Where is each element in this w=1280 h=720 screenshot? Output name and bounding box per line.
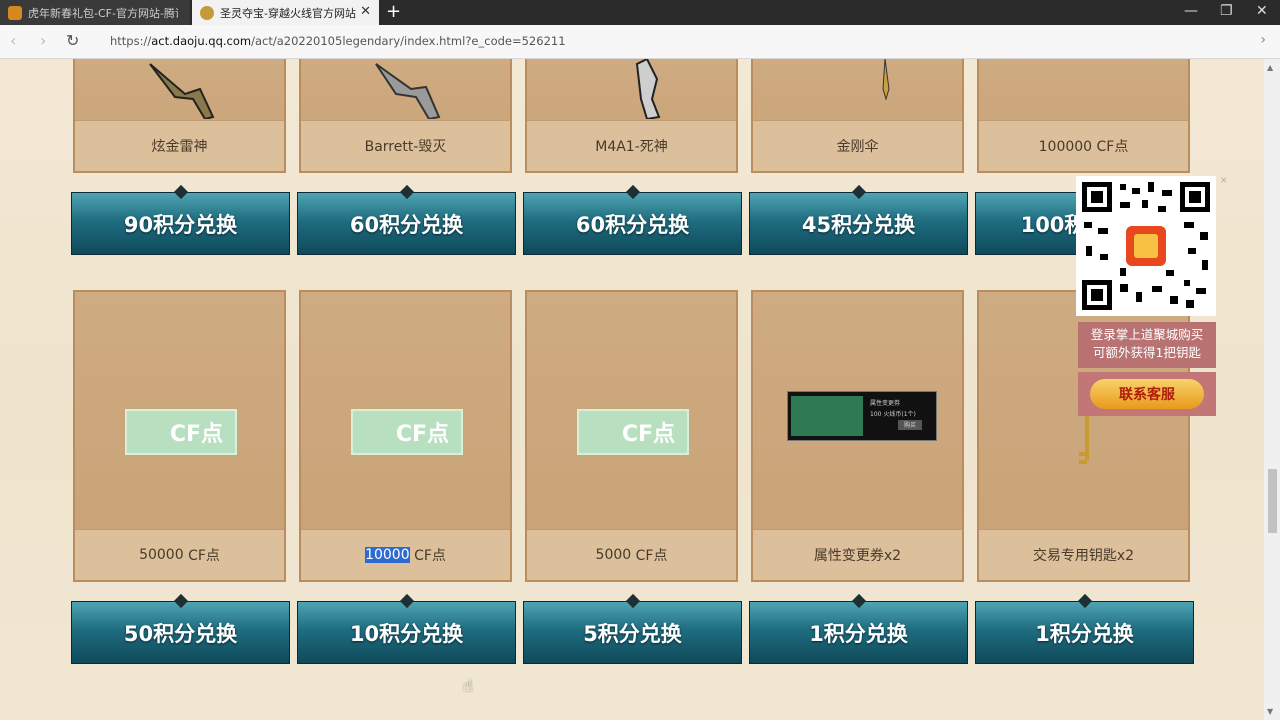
tab-close-icon[interactable]: ✕ [360,4,371,19]
m4a1-image-icon [635,59,661,119]
contact-service-button[interactable]: 联系客服 [1090,379,1204,409]
item-card: 属性变更券 100 火线币(1个) 购买 属性变更券x2 [751,290,964,582]
item-name-main: 5000 [595,547,632,563]
tab-legendary-treasure[interactable]: 圣灵夺宝-穿越火线官方网站 ✕ [192,0,379,25]
item-name: 炫金雷神 [75,120,284,171]
cf-points-chip: CF点 [351,409,463,455]
qr-promo-line1: 登录掌上道聚城购买 [1090,327,1204,342]
item-name-main: 属性变更券x2 [813,548,902,564]
hand-cursor-icon: ☝ [463,676,473,695]
item-card: CF点 5000 CF点 [525,290,738,582]
item-name: 属性变更券x2 [753,529,962,580]
url-prefix: https:// [110,34,152,48]
tab-title: 虎年新春礼包-CF-官方网站-腾讯 [28,6,178,20]
reload-icon[interactable]: ↻ [66,31,79,50]
scroll-thumb[interactable] [1268,469,1277,533]
url-domain: act.daoju.qq.com [151,34,252,48]
item-card: 金刚伞 [751,59,964,173]
item-card: CF点 10000 CF点 [299,290,512,582]
item-name: M4A1-死神 [527,120,736,171]
cf-favicon-icon [200,5,214,20]
exchange-button[interactable]: 90积分兑换 [71,192,290,255]
restore-icon[interactable]: ❐ [1220,3,1233,19]
item-card: 炫金雷神 [73,59,286,173]
qr-code-icon [1076,176,1216,316]
voucher-price: 100 火线币(1个) [870,411,916,418]
qr-service-box: 联系客服 [1078,372,1216,416]
address-bar: ‹ › ↻ https://act.daoju.qq.com/act/a2022… [0,25,1280,59]
scroll-up-icon[interactable]: ▲ [1267,63,1273,72]
item-name-main-selected: 10000 [365,547,410,563]
cf-points-chip: CF点 [577,409,689,455]
exchange-button[interactable]: 60积分兑换 [523,192,742,255]
new-tab-button[interactable]: + [386,1,401,22]
forward-icon[interactable]: › [40,31,46,50]
exchange-button[interactable]: 5积分兑换 [523,601,742,664]
exchange-button[interactable]: 1积分兑换 [975,601,1194,664]
page-content: 炫金雷神 Barrett-毁灭 M4A1-死神 金刚伞 100000 CF点 9… [0,59,1264,720]
item-card: CF点 50000 CF点 [73,290,286,582]
item-name-rest: CF点 [631,548,668,564]
item-name: Barrett-毁灭 [301,120,510,171]
item-name-main: 交易专用钥匙x2 [1032,548,1135,564]
item-name-rest: CF点 [409,548,446,564]
item-card: Barrett-毁灭 [299,59,512,173]
voucher-picture-icon [791,396,863,436]
exchange-button[interactable]: 50积分兑换 [71,601,290,664]
minimize-icon[interactable]: — [1184,3,1198,19]
url-field[interactable]: https://act.daoju.qq.com/act/a20220105le… [110,34,566,48]
scroll-down-icon[interactable]: ▼ [1267,707,1273,716]
voucher-title: 属性变更券 [870,400,901,407]
vertical-scrollbar[interactable]: ▲ ▼ [1264,59,1280,720]
item-name: 10000 CF点 [301,529,510,580]
sniper-rifle-image-icon [375,63,441,119]
umbrella-image-icon [882,59,890,101]
exchange-button[interactable]: 10积分兑换 [297,601,516,664]
item-name: 100000 CF点 [979,120,1188,171]
tab-strip: 虎年新春礼包-CF-官方网站-腾讯 圣灵夺宝-穿越火线官方网站 ✕ + — ❐ … [0,0,1280,25]
qr-close-icon[interactable]: × [1220,176,1228,186]
rifle-image-icon [149,63,215,119]
exchange-button[interactable]: 1积分兑换 [749,601,968,664]
qr-promo-line2: 可额外获得1把钥匙 [1093,345,1201,360]
cf-points-chip: CF点 [125,409,237,455]
item-card: M4A1-死神 [525,59,738,173]
exchange-button[interactable]: 45积分兑换 [749,192,968,255]
item-name: 交易专用钥匙x2 [979,529,1188,580]
item-card: 100000 CF点 [977,59,1190,173]
close-window-icon[interactable]: ✕ [1256,3,1268,19]
item-name-rest: CF点 [183,548,220,564]
address-arrow-icon[interactable]: › [1260,32,1266,48]
item-name: 金刚伞 [753,120,962,171]
cf-favicon-icon [8,5,22,20]
item-name: 5000 CF点 [527,529,736,580]
item-name: 50000 CF点 [75,529,284,580]
tab-new-year-gift[interactable]: 虎年新春礼包-CF-官方网站-腾讯 [0,0,190,25]
exchange-button[interactable]: 60积分兑换 [297,192,516,255]
url-path: /act/a20220105legendary/index.html?e_cod… [251,34,566,48]
back-icon[interactable]: ‹ [10,31,16,50]
qr-floating-widget: × 登录掌上道聚城购买 可额外获得1把钥匙 联系客服 [1076,176,1228,416]
attribute-voucher-image: 属性变更券 100 火线币(1个) 购买 [787,391,937,441]
qr-promo-text: 登录掌上道聚城购买 可额外获得1把钥匙 [1078,322,1216,368]
tab-title: 圣灵夺宝-穿越火线官方网站 [220,6,356,20]
voucher-buy-label: 购买 [898,420,922,430]
item-name-main: 50000 [139,547,184,563]
